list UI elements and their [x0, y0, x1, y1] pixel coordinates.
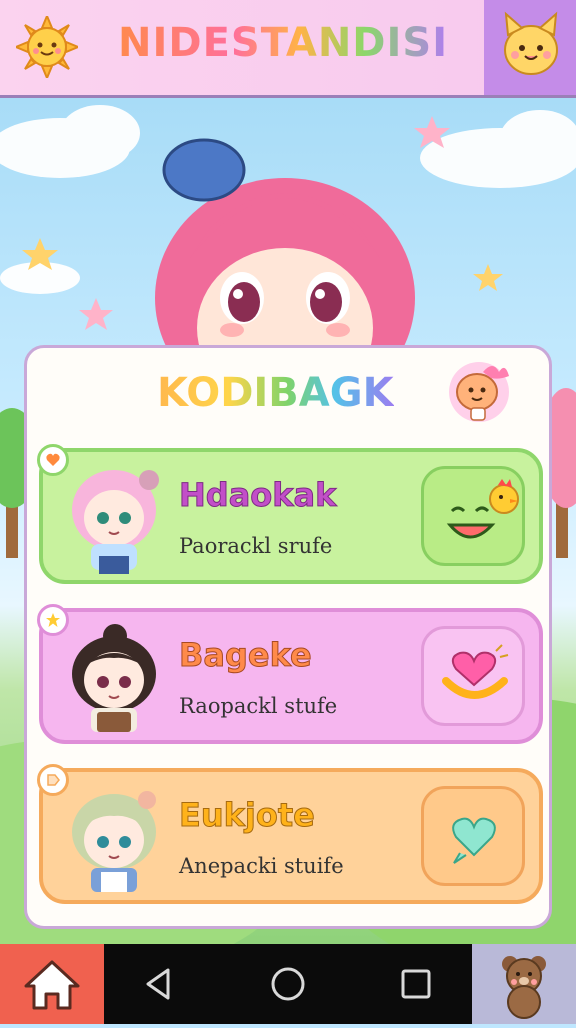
avatar — [72, 624, 156, 732]
sun-icon[interactable] — [16, 16, 78, 78]
pet-mascot-icon[interactable] — [443, 354, 519, 426]
back-icon[interactable] — [138, 962, 182, 1006]
card-action-button[interactable] — [421, 626, 525, 726]
character-card[interactable]: Hdaokak Paorackl srufe — [37, 444, 543, 584]
panel-title: KODIBAGK — [157, 370, 394, 416]
character-card[interactable]: Eukjote Anepacki stuife — [37, 764, 543, 904]
recents-icon[interactable] — [394, 962, 438, 1006]
app-title: NIDESTANDISI — [118, 20, 449, 66]
character-card[interactable]: Bageke Raopackl stufe — [37, 604, 543, 744]
bottom-navbar — [0, 944, 576, 1024]
smile-chick-icon — [446, 479, 519, 539]
app-header: NIDESTANDISI — [0, 0, 576, 98]
main-panel: KODIBAGK Hdaokak Paorackl srufe Bageke R… — [24, 345, 552, 929]
home-button[interactable] — [0, 944, 104, 1024]
avatar — [72, 470, 159, 574]
card-action-button[interactable] — [421, 466, 525, 566]
heart-bubble-icon — [452, 817, 496, 864]
card-subtitle: Anepacki stuife — [179, 854, 344, 878]
heart-bowl-icon — [442, 644, 509, 699]
card-title: Eukjote — [179, 796, 316, 835]
home-icon — [24, 960, 80, 1010]
card-action-button[interactable] — [421, 786, 525, 886]
avatar — [72, 791, 156, 892]
mascot-icon[interactable] — [498, 10, 564, 82]
card-subtitle: Raopackl stufe — [179, 694, 338, 718]
card-title: Hdaokak — [178, 476, 337, 515]
circle-home-icon[interactable] — [266, 962, 310, 1006]
card-title: Bageke — [179, 636, 313, 675]
pet-icon — [502, 956, 546, 1019]
pet-button[interactable] — [472, 944, 576, 1024]
card-subtitle: Paorackl srufe — [179, 534, 333, 558]
